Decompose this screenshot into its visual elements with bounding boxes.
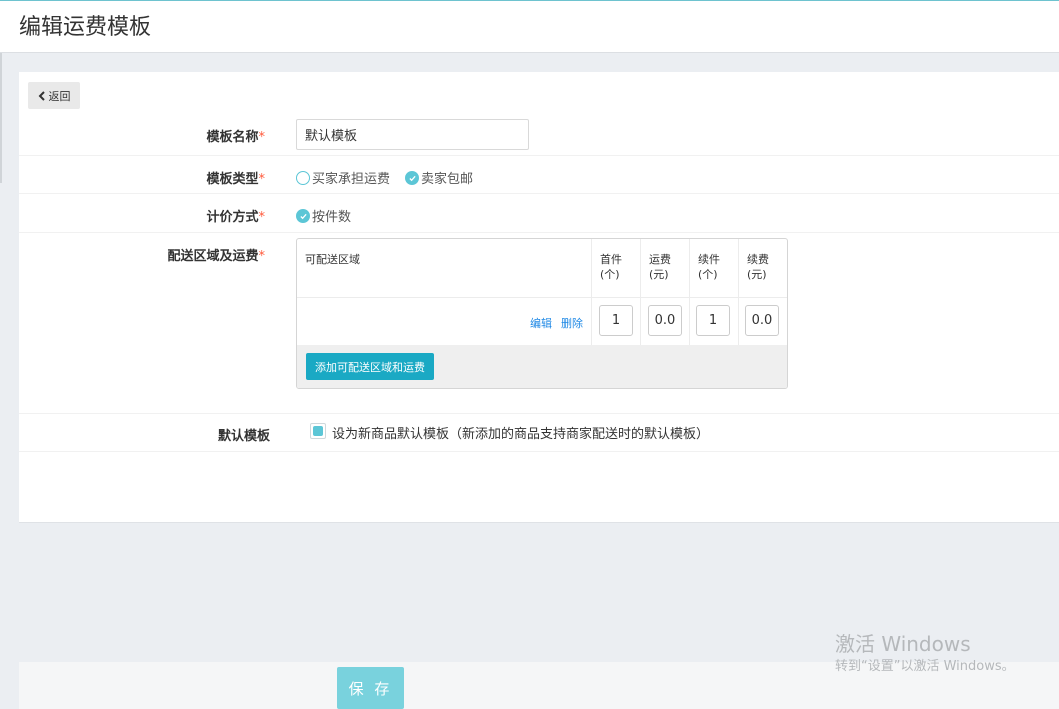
col-header-first-qty: 首件 (个) [591,239,640,297]
radio-buyer-pays[interactable]: 买家承担运费 [296,168,390,187]
cell-divider [591,297,592,345]
cell-divider [689,297,690,345]
cell-divider [738,297,739,345]
radio-buyer-pays-label: 买家承担运费 [312,172,391,187]
col-header-first-fee: 运费 (元) [640,239,689,297]
template-type-label: 模板类型* [19,168,265,187]
template-name-label-text: 模板名称 [206,130,259,145]
row-divider [19,155,1059,156]
delete-region-link[interactable]: 删除 [561,315,583,331]
default-template-text: 设为新商品默认模板（新添加的商品支持商家配送时的默认模板） [332,427,710,442]
save-button[interactable]: 保 存 [337,667,404,709]
table-footer: 添加可配送区域和运费 [297,345,787,388]
template-type-label-text: 模板类型 [206,172,259,187]
shipping-table: 可配送区域 首件 (个) 运费 (元) 续件 (个) 续费 (元) 编辑 删除 … [296,238,788,389]
extra-fee-input[interactable] [745,305,779,336]
back-button[interactable]: 返回 [28,82,80,109]
first-fee-input[interactable] [648,305,682,336]
page-header: 编辑运费模板 [0,0,1059,53]
required-mark: * [258,210,266,225]
col-header-extra-fee: 续费 (元) [738,239,787,297]
required-mark: * [258,249,266,264]
chevron-left-icon [38,90,45,101]
windows-activation-subtitle: 转到“设置”以激活 Windows。 [835,659,1015,674]
template-name-label: 模板名称* [19,126,265,145]
page-title: 编辑运费模板 [19,15,152,40]
radio-checked-icon [405,170,419,185]
row-divider [19,232,1059,233]
row-divider [19,451,1059,452]
col-header-region: 可配送区域 [305,253,360,266]
row-divider [19,413,1059,414]
default-template-label: 默认模板 [217,429,270,444]
pricing-method-label-text: 计价方式 [206,210,259,225]
form-panel: 返回 模板名称* 模板类型* 买家承担运费 卖家包邮 计价方式* 按件数 配送区… [19,72,1059,523]
checkbox-checked-icon [313,426,323,436]
back-button-label: 返回 [48,89,71,103]
table-header-divider [297,297,787,298]
default-template-checkbox[interactable] [310,423,326,439]
radio-by-quantity[interactable]: 按件数 [296,206,351,225]
first-qty-input[interactable] [599,305,633,336]
required-mark: * [258,172,266,187]
add-delivery-region-button[interactable]: 添加可配送区域和运费 [306,353,434,380]
required-mark: * [258,130,266,145]
delivery-label: 配送区域及运费* [19,245,265,264]
col-header-extra-qty: 续件 (个) [689,239,738,297]
radio-by-quantity-label: 按件数 [312,210,352,225]
sidebar-edge [0,53,2,183]
template-name-input[interactable] [296,119,529,150]
extra-qty-input[interactable] [696,305,730,336]
radio-seller-free-shipping-label: 卖家包邮 [421,172,474,187]
radio-seller-free-shipping[interactable]: 卖家包邮 [405,168,473,187]
radio-unchecked-icon [296,170,310,185]
delivery-label-text: 配送区域及运费 [167,249,259,264]
windows-activation-title: 激活 Windows [835,632,971,656]
pricing-method-label: 计价方式* [19,206,265,225]
cell-divider [640,297,641,345]
edit-region-link[interactable]: 编辑 [530,315,552,331]
radio-checked-icon [296,208,310,223]
row-divider [19,193,1059,194]
